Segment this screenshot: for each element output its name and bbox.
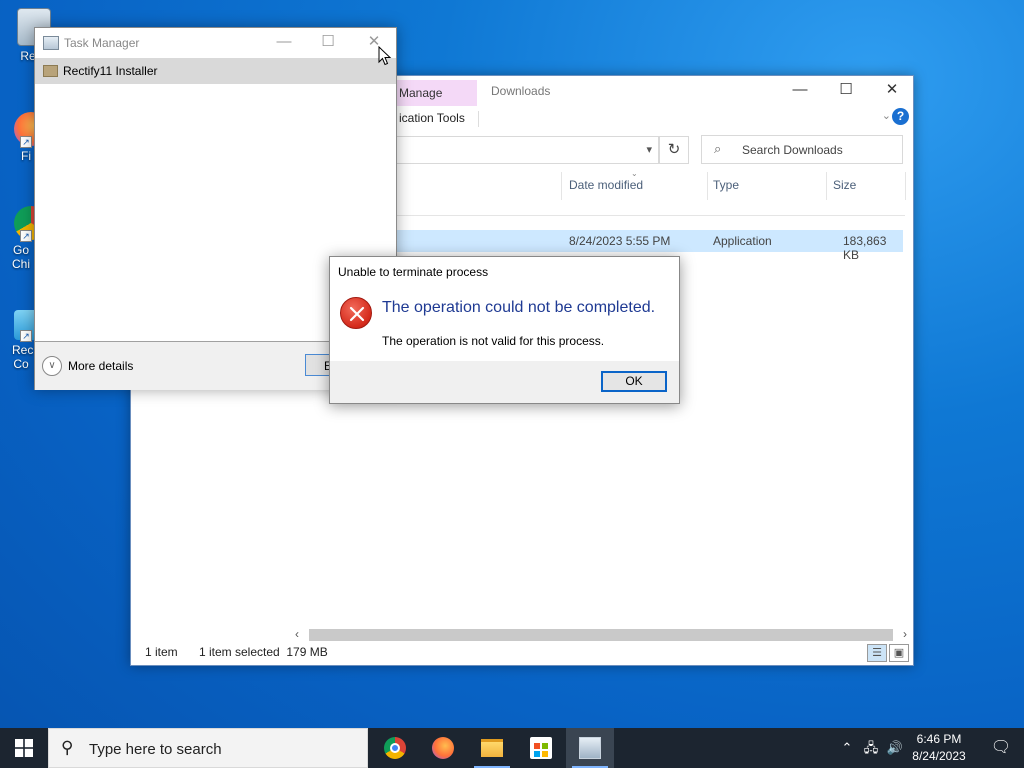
taskbar-task-manager[interactable] (566, 728, 614, 768)
taskbar-chrome[interactable] (371, 728, 419, 768)
selection-info: 1 item selected 179 MB (199, 645, 328, 659)
windows-logo-icon (15, 739, 33, 757)
clock[interactable]: 6:46 PM 8/24/2023 (906, 731, 972, 765)
large-icons-view-icon[interactable]: ▣ (889, 644, 909, 662)
dialog-footer: OK (330, 361, 679, 403)
firefox-icon (432, 737, 454, 759)
column-header-date-modified[interactable]: Date modified (569, 178, 643, 192)
maximize-button[interactable]: ☐ (306, 28, 350, 58)
sort-caret-icon: ⌄ (631, 169, 638, 178)
search-icon: ⚲ (61, 738, 74, 757)
item-count: 1 item (145, 645, 178, 659)
close-button[interactable]: ✕ (869, 76, 915, 106)
help-icon[interactable]: ? (892, 108, 909, 125)
shortcut-arrow-icon: ↗ (20, 230, 32, 242)
chevron-down-icon[interactable]: ∨ (42, 356, 62, 376)
chevron-down-icon[interactable]: ▾ (646, 143, 652, 156)
window-title: Downloads (491, 84, 551, 98)
window-title: Task Manager (64, 36, 140, 50)
network-icon[interactable]: 🖧 (860, 728, 882, 768)
search-box[interactable]: ⌕ Search Downloads (701, 135, 903, 164)
ok-button[interactable]: OK (601, 371, 667, 392)
status-bar: 1 item 1 item selected 179 MB ☰ ▣ (131, 641, 913, 665)
column-header-size[interactable]: Size (833, 178, 856, 192)
error-dialog: Unable to terminate process The operatio… (329, 256, 680, 404)
taskbar: ⚲ Type here to search ⌃ 🖧 🔊 6:46 PM 8/24… (0, 728, 1024, 768)
process-name: Rectify11 Installer (63, 64, 158, 78)
mouse-cursor-icon (378, 46, 392, 66)
show-hidden-icons-chevron-icon[interactable]: ⌃ (836, 728, 858, 768)
dialog-title: Unable to terminate process (338, 265, 489, 279)
scrollbar-thumb[interactable] (309, 629, 893, 641)
column-separator (826, 172, 827, 200)
file-date: 8/24/2023 5:55 PM (569, 234, 671, 248)
shortcut-arrow-icon: ↗ (20, 136, 32, 148)
refresh-button[interactable]: ↻ (659, 136, 689, 164)
dialog-content: The operation is not valid for this proc… (382, 334, 605, 348)
clock-time: 6:46 PM (916, 732, 962, 746)
chrome-icon (384, 737, 406, 759)
column-separator (905, 172, 906, 200)
search-input[interactable]: Type here to search (89, 741, 222, 758)
notification-icon[interactable]: 🗨 (978, 728, 1024, 768)
search-input[interactable]: Search Downloads (742, 143, 843, 157)
taskbar-firefox[interactable] (419, 728, 467, 768)
ribbon-application-tools-label[interactable]: ication Tools (389, 111, 479, 127)
search-icon: ⌕ (714, 141, 722, 156)
task-manager-icon (43, 36, 59, 50)
address-bar[interactable]: ▾ (389, 136, 659, 164)
maximize-button[interactable]: ☐ (823, 76, 869, 106)
scroll-left-icon[interactable]: ‹ (295, 627, 299, 641)
ribbon-expand-chevron-icon[interactable]: ⌄ (882, 109, 891, 122)
file-explorer-icon (481, 739, 503, 757)
column-separator (707, 172, 708, 200)
installer-icon (43, 65, 58, 77)
dialog-main-instruction: The operation could not be completed. (382, 299, 656, 316)
details-view-icon[interactable]: ☰ (867, 644, 887, 662)
task-manager-icon (579, 737, 601, 759)
start-button[interactable] (0, 728, 48, 768)
file-type: Application (713, 234, 772, 248)
task-manager-titlebar[interactable]: Task Manager — ☐ ✕ (35, 28, 396, 58)
error-icon (340, 297, 372, 329)
scroll-right-icon[interactable]: › (903, 627, 907, 641)
column-separator (561, 172, 562, 200)
more-details-link[interactable]: More details (68, 359, 133, 373)
clock-date: 8/24/2023 (912, 749, 966, 763)
taskbar-file-explorer[interactable] (468, 728, 516, 768)
minimize-button[interactable]: — (777, 76, 823, 106)
shortcut-arrow-icon: ↗ (20, 330, 32, 342)
taskbar-search-box[interactable]: ⚲ Type here to search (48, 728, 368, 768)
file-size: 183,863 KB (843, 234, 887, 262)
volume-icon[interactable]: 🔊 (884, 728, 906, 768)
column-header-type[interactable]: Type (713, 178, 739, 192)
minimize-button[interactable]: — (262, 28, 306, 58)
desktop-icon-label: Go Chi (12, 243, 31, 271)
tab-manage[interactable]: Manage (389, 80, 477, 106)
desktop-icon-label: Rec Co (12, 343, 34, 371)
store-icon (530, 737, 552, 759)
taskbar-store[interactable] (517, 728, 565, 768)
process-row[interactable]: Rectify11 Installer (35, 58, 396, 84)
